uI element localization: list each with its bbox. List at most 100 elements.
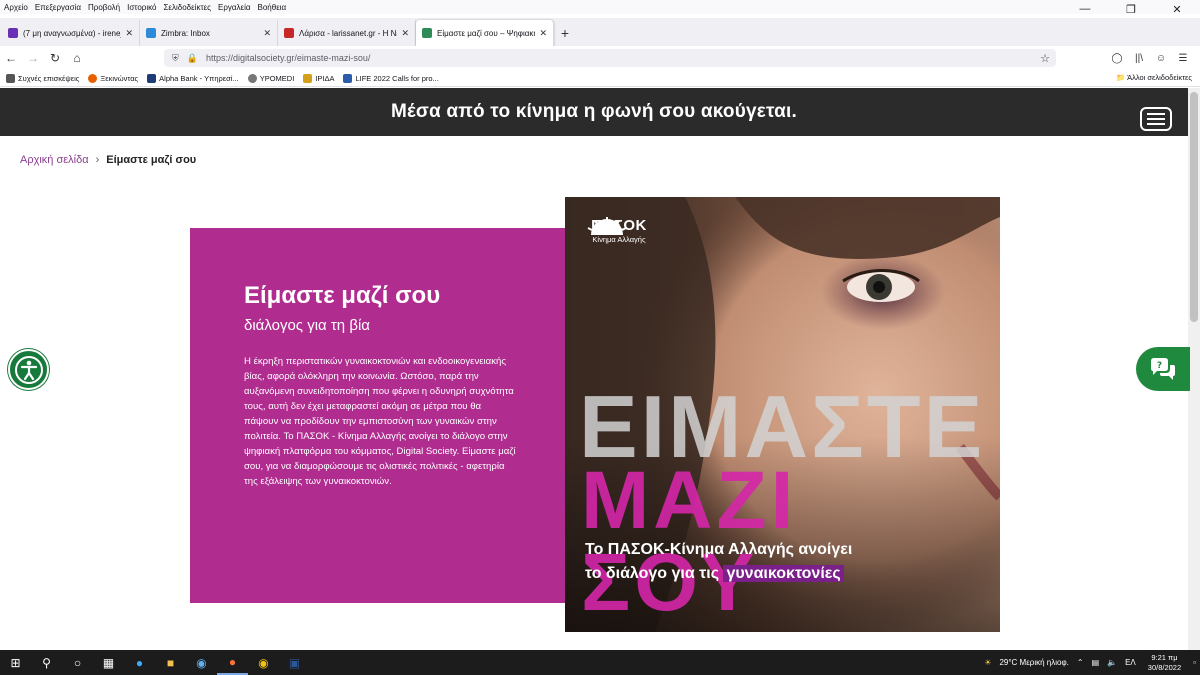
scrollbar-thumb[interactable]	[1190, 92, 1198, 322]
chat-bubble-icon: ?	[1151, 358, 1175, 380]
bookmark-frequent[interactable]: Συχνές επισκέψεις	[6, 73, 79, 83]
firefox-taskbar-icon[interactable]: ●	[217, 650, 248, 675]
bookmark-star-icon[interactable]: ☆	[1040, 52, 1050, 65]
page-title: Είμαστε μαζί σου	[244, 282, 441, 309]
volume-icon[interactable]: 🔈	[1107, 658, 1117, 667]
clock[interactable]: 9:21 πμ 30/8/2022	[1148, 653, 1181, 673]
tab-title: Είμαστε μαζί σου – Ψηφιακή Κοι	[437, 28, 536, 38]
browser-menubar: Αρχείο Επεξεργασία Προβολή Ιστορικό Σελι…	[0, 0, 1200, 14]
menu-tools[interactable]: Εργαλεία	[218, 3, 250, 12]
windows-taskbar: ⊞ ⚲ ○ ▦ ● ■ ◉ ● ◉ ▣ ☀ 29°C Μερική ηλιοφ.…	[0, 650, 1200, 675]
close-window-icon[interactable]: ✕	[1154, 0, 1200, 18]
home-icon[interactable]: ⌂	[66, 47, 88, 69]
back-icon[interactable]: ←	[0, 47, 22, 69]
bookmark-getting-started[interactable]: Ξεκινώντας	[88, 73, 138, 83]
weather-icon[interactable]: ☀	[984, 658, 991, 667]
chrome-icon[interactable]: ◉	[248, 650, 279, 675]
forward-icon[interactable]: →	[22, 47, 44, 69]
system-tray: ☀ 29°C Μερική ηλιοφ. ⌃ ▤ 🔈 ΕΛ 9:21 πμ 30…	[980, 650, 1200, 675]
toolbar-right: ◯ ||\ ☺ ☰	[1106, 48, 1194, 68]
word-icon[interactable]: ▣	[279, 650, 310, 675]
edge-icon[interactable]: ●	[124, 650, 155, 675]
hamburger-menu-icon[interactable]	[1140, 107, 1172, 131]
app-menu-icon[interactable]: ☰	[1172, 48, 1194, 68]
close-tab-icon[interactable]: ✕	[263, 28, 271, 39]
tab-title: Zimbra: Inbox	[161, 28, 210, 38]
bookmark-irida[interactable]: ΙΡΙΔΑ	[303, 73, 334, 83]
alpha-bank-icon	[147, 73, 157, 83]
window-controls: — ❐ ✕	[1062, 0, 1200, 18]
tray-chevron-icon[interactable]: ⌃	[1077, 658, 1084, 667]
intro-panel: Είμαστε μαζί σου διάλογος για τη βία Η έ…	[190, 228, 566, 603]
tab-larissanet[interactable]: Λάρισα - larissanet.gr - Η Νέα Η ✕	[278, 20, 416, 46]
mail-favicon-icon	[8, 28, 18, 38]
address-bar[interactable]: ⛨ 🔒 https://digitalsociety.gr/eimaste-ma…	[164, 49, 1056, 67]
tab-zimbra[interactable]: Zimbra: Inbox ✕	[140, 20, 278, 46]
bookmark-alpha-bank[interactable]: Alpha Bank - Υπηρεσί...	[147, 73, 239, 83]
breadcrumb-home-link[interactable]: Αρχική σελίδα	[20, 154, 89, 166]
chat-button[interactable]: ?	[1136, 347, 1190, 391]
larissanet-favicon-icon	[284, 28, 294, 38]
accessibility-button[interactable]	[8, 349, 49, 390]
account-icon[interactable]: ☺	[1150, 48, 1172, 68]
library-icon[interactable]: ||\	[1128, 48, 1150, 68]
cortana-icon[interactable]: ○	[62, 650, 93, 675]
tab-title: Λάρισα - larissanet.gr - Η Νέα Η	[299, 28, 397, 38]
clock-time: 9:21 πμ	[1151, 652, 1178, 662]
svg-text:?: ?	[1157, 361, 1162, 371]
zimbra-favicon-icon	[146, 28, 156, 38]
bookmark-ypomedi[interactable]: YPOMEDI	[247, 73, 294, 83]
header-slogan: Μέσα από το κίνημα η φωνή σου ακούγεται.	[391, 101, 797, 122]
bookmark-life-2022[interactable]: LIFE 2022 Calls for pro...	[343, 73, 439, 83]
tab-digital-society[interactable]: Είμαστε μαζί σου – Ψηφιακή Κοι ✕	[416, 20, 554, 46]
windows-store-icon[interactable]: ◉	[186, 650, 217, 675]
tab-mail[interactable]: (7 μη αναγνωσμένα) - irene_bel ✕	[2, 20, 140, 46]
menu-edit[interactable]: Επεξεργασία	[35, 3, 81, 12]
file-explorer-icon[interactable]: ■	[155, 650, 186, 675]
site-header: Μέσα από το κίνημα η φωνή σου ακούγεται.	[0, 88, 1188, 136]
minimize-icon[interactable]: —	[1062, 0, 1108, 18]
close-tab-icon[interactable]: ✕	[401, 28, 409, 39]
poster-caption-2-text: το διάλογο για τις	[585, 565, 724, 582]
new-tab-icon[interactable]: +	[554, 20, 576, 46]
firefox-icon	[88, 73, 98, 83]
maximize-icon[interactable]: ❐	[1108, 0, 1154, 18]
tab-strip: (7 μη αναγνωσμένα) - irene_bel ✕ Zimbra:…	[0, 18, 1200, 46]
weather-text[interactable]: 29°C Μερική ηλιοφ.	[999, 658, 1068, 667]
menu-bookmarks[interactable]: Σελιδοδείκτες	[163, 3, 211, 12]
breadcrumb-separator: ›	[95, 154, 100, 166]
poster-caption-2: το διάλογο για τις γυναικοκτονίες	[585, 565, 844, 583]
close-tab-icon[interactable]: ✕	[539, 28, 547, 39]
menu-help[interactable]: Βοήθεια	[258, 3, 287, 12]
menu-file[interactable]: Αρχείο	[4, 3, 28, 12]
network-icon[interactable]: ▤	[1092, 658, 1100, 667]
bookmarks-bar: Συχνές επισκέψεις Ξεκινώντας Alpha Bank …	[0, 70, 1200, 87]
poster-caption-highlight: γυναικοκτονίες	[723, 565, 844, 582]
menu-view[interactable]: Προβολή	[88, 3, 120, 12]
pocket-icon[interactable]: ◯	[1106, 48, 1128, 68]
intro-text: Η έκρηξη περιστατικών γυναικοκτονιών και…	[244, 356, 516, 488]
page-subtitle: διάλογος για τη βία	[244, 317, 370, 335]
other-bookmarks[interactable]: 📁 Άλλοι σελιδοδείκτες	[1116, 73, 1192, 82]
close-tab-icon[interactable]: ✕	[125, 28, 133, 39]
menu-history[interactable]: Ιστορικό	[127, 3, 156, 12]
tab-title: (7 μη αναγνωσμένα) - irene_bel	[23, 28, 121, 38]
language-indicator[interactable]: ΕΛ	[1125, 658, 1136, 667]
reload-icon[interactable]: ↻	[44, 47, 66, 69]
lock-icon[interactable]: 🔒	[187, 53, 198, 64]
logo-tagline: Κίνημα Αλλαγής	[592, 235, 646, 244]
navigation-bar: ← → ↻ ⌂ ⛨ 🔒 https://digitalsociety.gr/ei…	[0, 46, 1200, 70]
digital-society-favicon-icon	[422, 28, 432, 38]
globe-icon	[247, 73, 257, 83]
windows-start-icon[interactable]: ⊞	[0, 650, 31, 675]
search-icon[interactable]: ⚲	[31, 650, 62, 675]
poster-caption-1: Το ΠΑΣΟΚ-Κίνημα Αλλαγής ανοίγει	[585, 541, 853, 558]
folder-icon: 📁	[1116, 73, 1126, 82]
notifications-icon[interactable]: ▫	[1193, 658, 1196, 667]
gear-icon	[6, 73, 15, 83]
breadcrumb: Αρχική σελίδα › Είμαστε μαζί σου	[20, 154, 196, 166]
url-text[interactable]: https://digitalsociety.gr/eimaste-mazi-s…	[206, 53, 370, 63]
shield-icon[interactable]: ⛨	[172, 53, 179, 64]
task-view-icon[interactable]: ▦	[93, 650, 124, 675]
campaign-poster: ΠΑΣΟΚ Κίνημα Αλλαγής ΕΙΜΑΣΤΕ ΜΑΖΙ ΣΟΥ Το…	[565, 197, 1000, 632]
